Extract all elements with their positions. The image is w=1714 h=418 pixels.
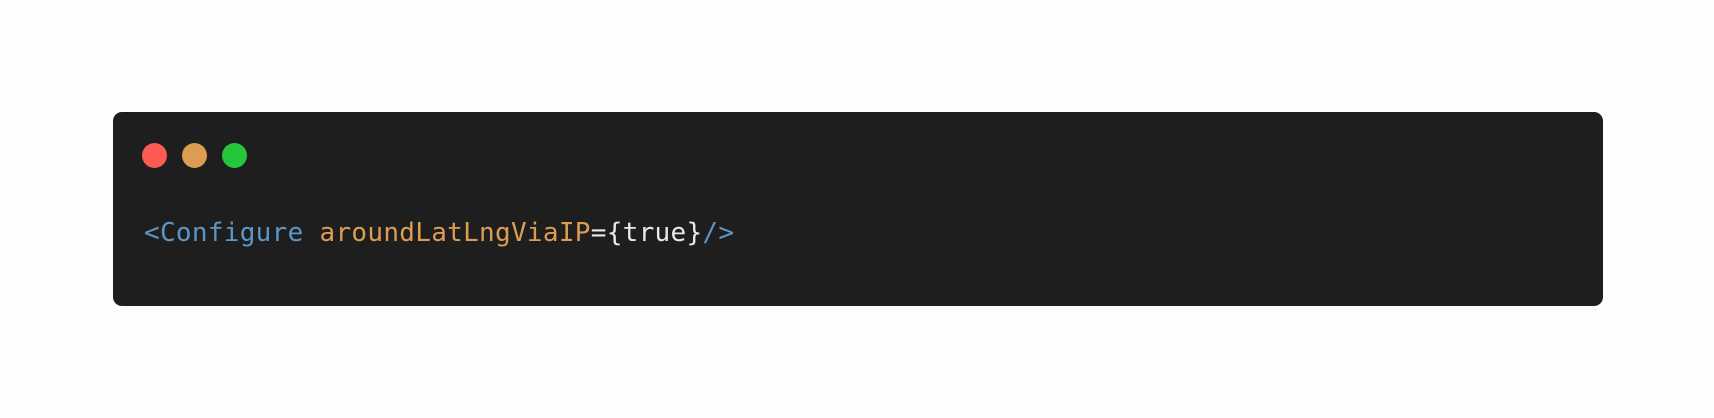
close-window-icon[interactable] — [142, 143, 167, 168]
minimize-window-icon[interactable] — [182, 143, 207, 168]
code-token-tag-close: /> — [702, 218, 735, 248]
maximize-window-icon[interactable] — [222, 143, 247, 168]
code-token-tag-open: <Configure — [144, 218, 304, 248]
code-window: <Configure aroundLatLngViaIP={true}/> — [113, 112, 1603, 306]
code-token-attribute: aroundLatLngViaIP — [319, 218, 591, 248]
window-controls — [142, 143, 247, 168]
code-token-value: ={true} — [590, 218, 703, 248]
code-line: <Configure aroundLatLngViaIP={true}/> — [144, 218, 734, 248]
page: <Configure aroundLatLngViaIP={true}/> — [0, 0, 1714, 418]
